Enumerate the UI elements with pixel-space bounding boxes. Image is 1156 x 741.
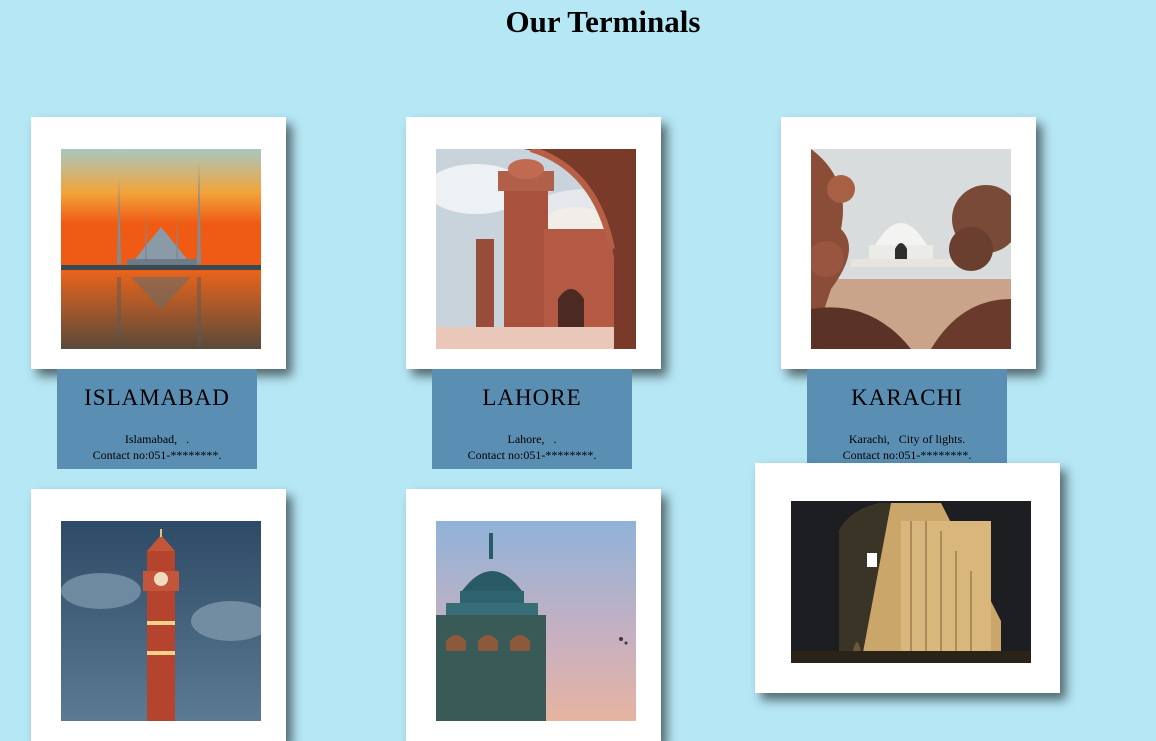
hotel-tower-photo: [791, 501, 1031, 663]
terminal-description: Islamabad, . Contact no:051-********.: [57, 431, 257, 463]
terminal-info-islamabad: ISLAMABAD Islamabad, . Contact no:051-**…: [57, 369, 257, 469]
terminal-contact: Contact no:051-********.: [92, 448, 222, 462]
terminal-card-4[interactable]: [31, 489, 286, 741]
clock-tower-photo: [61, 521, 261, 721]
terminal-address: Karachi, City of lights.: [848, 432, 966, 446]
terminal-card-karachi[interactable]: [781, 117, 1036, 369]
terminal-contact: Contact no:051-********.: [467, 448, 597, 462]
terminal-description: Karachi, City of lights. Contact no:051-…: [807, 431, 1007, 463]
terminal-address: Lahore, .: [507, 432, 557, 446]
badshahi-mosque-photo: [436, 149, 636, 349]
terminal-address: Islamabad, .: [124, 432, 190, 446]
terminal-city: LAHORE: [482, 385, 582, 410]
terminal-info-karachi: KARACHI Karachi, City of lights. Contact…: [807, 369, 1007, 463]
terminal-card-islamabad[interactable]: [31, 117, 286, 369]
terminal-card-5[interactable]: [406, 489, 661, 741]
page-title: Our Terminals: [505, 4, 701, 39]
terminal-card-6[interactable]: [755, 463, 1060, 693]
terminal-info-lahore: LAHORE Lahore, . Contact no:051-********…: [432, 369, 632, 469]
terminal-description: Lahore, . Contact no:051-********.: [432, 431, 632, 463]
faisal-mosque-photo: [61, 149, 261, 349]
terminal-city: KARACHI: [851, 385, 963, 410]
terminal-contact: Contact no:051-********.: [842, 448, 972, 462]
terminal-card-lahore[interactable]: [406, 117, 661, 369]
mosque-dome-photo: [436, 521, 636, 721]
terminal-city: ISLAMABAD: [84, 385, 230, 410]
mazar-e-quaid-photo: [811, 149, 1011, 349]
